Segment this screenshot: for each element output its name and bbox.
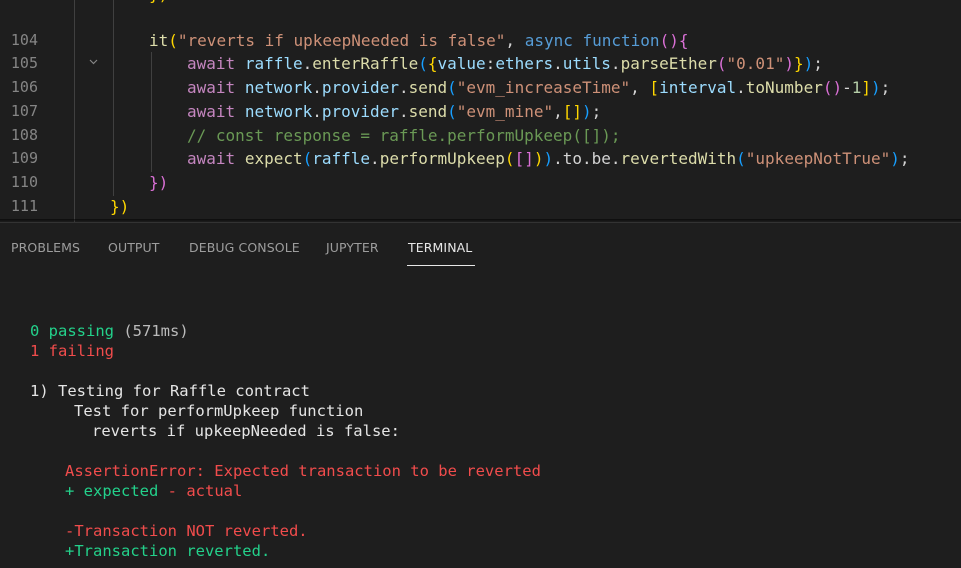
passing-line: 0 passing (571ms): [30, 321, 189, 341]
editor-line-106: 106 await raffle.enterRaffle({value:ethe…: [0, 52, 961, 96]
editor-line-107: 107 await network.provider.send("evm_inc…: [0, 76, 961, 120]
diff-actual-line: -Transaction NOT reverted.: [65, 522, 308, 540]
diff-legend-actual: - actual: [158, 482, 243, 500]
diff-expected-line: +Transaction reverted.: [65, 542, 271, 560]
diff-legend-expected: + expected: [65, 482, 159, 500]
code-text: it("reverts if upkeepNeeded is false", a…: [149, 30, 689, 50]
test-title: 1) Testing for Raffle contract: [30, 382, 310, 400]
tab-jupyter[interactable]: JUPYTER: [326, 240, 379, 255]
tab-output[interactable]: OUTPUT: [108, 240, 160, 255]
diff-legend: + expected - actual: [65, 481, 242, 501]
active-tab-indicator: [407, 265, 475, 266]
tab-terminal[interactable]: TERMINAL: [408, 240, 472, 255]
panel-tab-bar: PROBLEMS OUTPUT DEBUG CONSOLE JUPYTER TE…: [0, 223, 961, 267]
tab-problems[interactable]: PROBLEMS: [11, 240, 80, 255]
editor-line-104: 104: [0, 5, 961, 49]
code-text: await raffle.enterRaffle({value:ethers.u…: [187, 54, 823, 74]
editor-line-108: 108 await network.provider.send("evm_min…: [0, 100, 961, 144]
terminal-output[interactable]: 0 passing (571ms) 1 failing 1) Testing f…: [0, 267, 961, 568]
editor-line-105: 105 it("reverts if upkeepNeeded is false…: [0, 29, 961, 73]
editor-line-112: 112 }): [0, 195, 961, 222]
code-comment: // const response = raffle.performUpkeep…: [187, 125, 621, 145]
code-editor[interactable]: }) 104 105 it("reverts if upkeepNeeded i…: [0, 0, 961, 222]
code-text: await network.provider.send("evm_mine",[…: [187, 101, 602, 121]
bottom-panel: PROBLEMS OUTPUT DEBUG CONSOLE JUPYTER TE…: [0, 222, 961, 568]
code-text: await expect(raffle.performUpkeep([])).t…: [187, 149, 910, 169]
editor-line-109: 109 // const response = raffle.performUp…: [0, 124, 961, 168]
passing-count: 0 passing: [30, 322, 114, 340]
editor-line-110: 110 await expect(raffle.performUpkeep([]…: [0, 147, 961, 191]
code-text: await network.provider.send("evm_increas…: [187, 78, 891, 98]
code-text: }): [149, 172, 169, 192]
test-case: reverts if upkeepNeeded is false:: [92, 422, 400, 440]
editor-line-111: 111 }): [0, 171, 961, 215]
assertion-error: AssertionError: Expected transaction to …: [65, 462, 541, 480]
test-suite: Test for performUpkeep function: [74, 402, 364, 420]
tab-debug-console[interactable]: DEBUG CONSOLE: [189, 240, 300, 255]
failing-count: 1 failing: [30, 342, 114, 360]
passing-time: (571ms): [114, 322, 189, 340]
code-text: }): [110, 196, 130, 216]
